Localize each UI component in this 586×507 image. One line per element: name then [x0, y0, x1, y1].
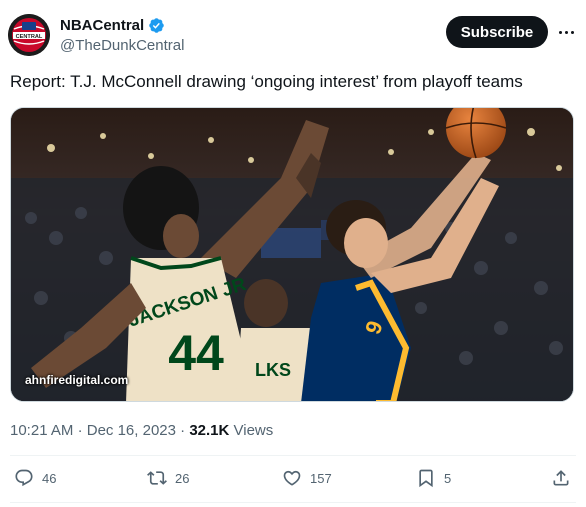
bookmark-count: 5 — [444, 470, 452, 486]
retweet-icon — [147, 471, 167, 485]
svg-text:CENTRAL: CENTRAL — [16, 34, 43, 40]
tweet-actions: 46 26 157 5 — [0, 463, 586, 497]
nbacentral-logo: CENTRAL — [8, 14, 50, 56]
author-info: NBACentral @TheDunkCentral — [60, 15, 184, 55]
tweet-timestamp[interactable]: 10:21 AM · Dec 16, 2023 — [10, 422, 176, 439]
divider — [10, 502, 576, 503]
reply-button[interactable]: 46 — [14, 468, 56, 488]
tweet-text: Report: T.J. McConnell drawing ‘ongoing … — [10, 72, 523, 91]
retweet-button[interactable]: 26 — [147, 468, 189, 488]
bookmark-button[interactable]: 5 — [416, 468, 451, 488]
handle[interactable]: @TheDunkCentral — [60, 37, 184, 54]
tweet-header: CENTRAL NBACentral @TheDunkCentral Subsc… — [0, 0, 586, 68]
like-button[interactable]: 157 — [282, 468, 332, 488]
tweet-photo[interactable]: JACKSON JR 44 LKS 9 ahnfiredigital.com — [10, 107, 574, 402]
photo-watermark: ahnfiredigital.com — [25, 373, 129, 387]
share-button[interactable] — [551, 468, 571, 488]
tweet-date: Dec 16, 2023 — [86, 422, 176, 439]
tweet-metadata: 10:21 AM · Dec 16, 2023 · 32.1K Views — [10, 422, 273, 439]
more-options-icon[interactable] — [556, 22, 576, 42]
meta-separator: · — [77, 422, 83, 439]
svg-text:44: 44 — [168, 325, 224, 381]
views-count: 32.1K — [189, 422, 230, 439]
divider — [10, 455, 576, 456]
reply-count: 46 — [42, 470, 57, 486]
avatar[interactable]: CENTRAL — [8, 14, 50, 56]
retweet-count: 26 — [175, 470, 190, 486]
reply-icon — [15, 469, 33, 487]
share-icon — [553, 470, 569, 486]
like-count: 157 — [310, 470, 332, 486]
bookmark-icon — [419, 469, 433, 488]
like-icon — [283, 470, 301, 486]
views-link[interactable]: 32.1K Views — [189, 422, 273, 439]
views-label: Views — [233, 422, 274, 439]
tweet-time: 10:21 AM — [10, 422, 74, 439]
meta-separator: · — [180, 422, 186, 439]
svg-text:LKS: LKS — [255, 360, 291, 380]
basketball-photo: JACKSON JR 44 LKS 9 — [11, 108, 573, 401]
subscribe-button[interactable]: Subscribe — [446, 16, 548, 48]
display-name[interactable]: NBACentral — [60, 17, 144, 34]
verified-badge-icon[interactable] — [148, 17, 165, 34]
